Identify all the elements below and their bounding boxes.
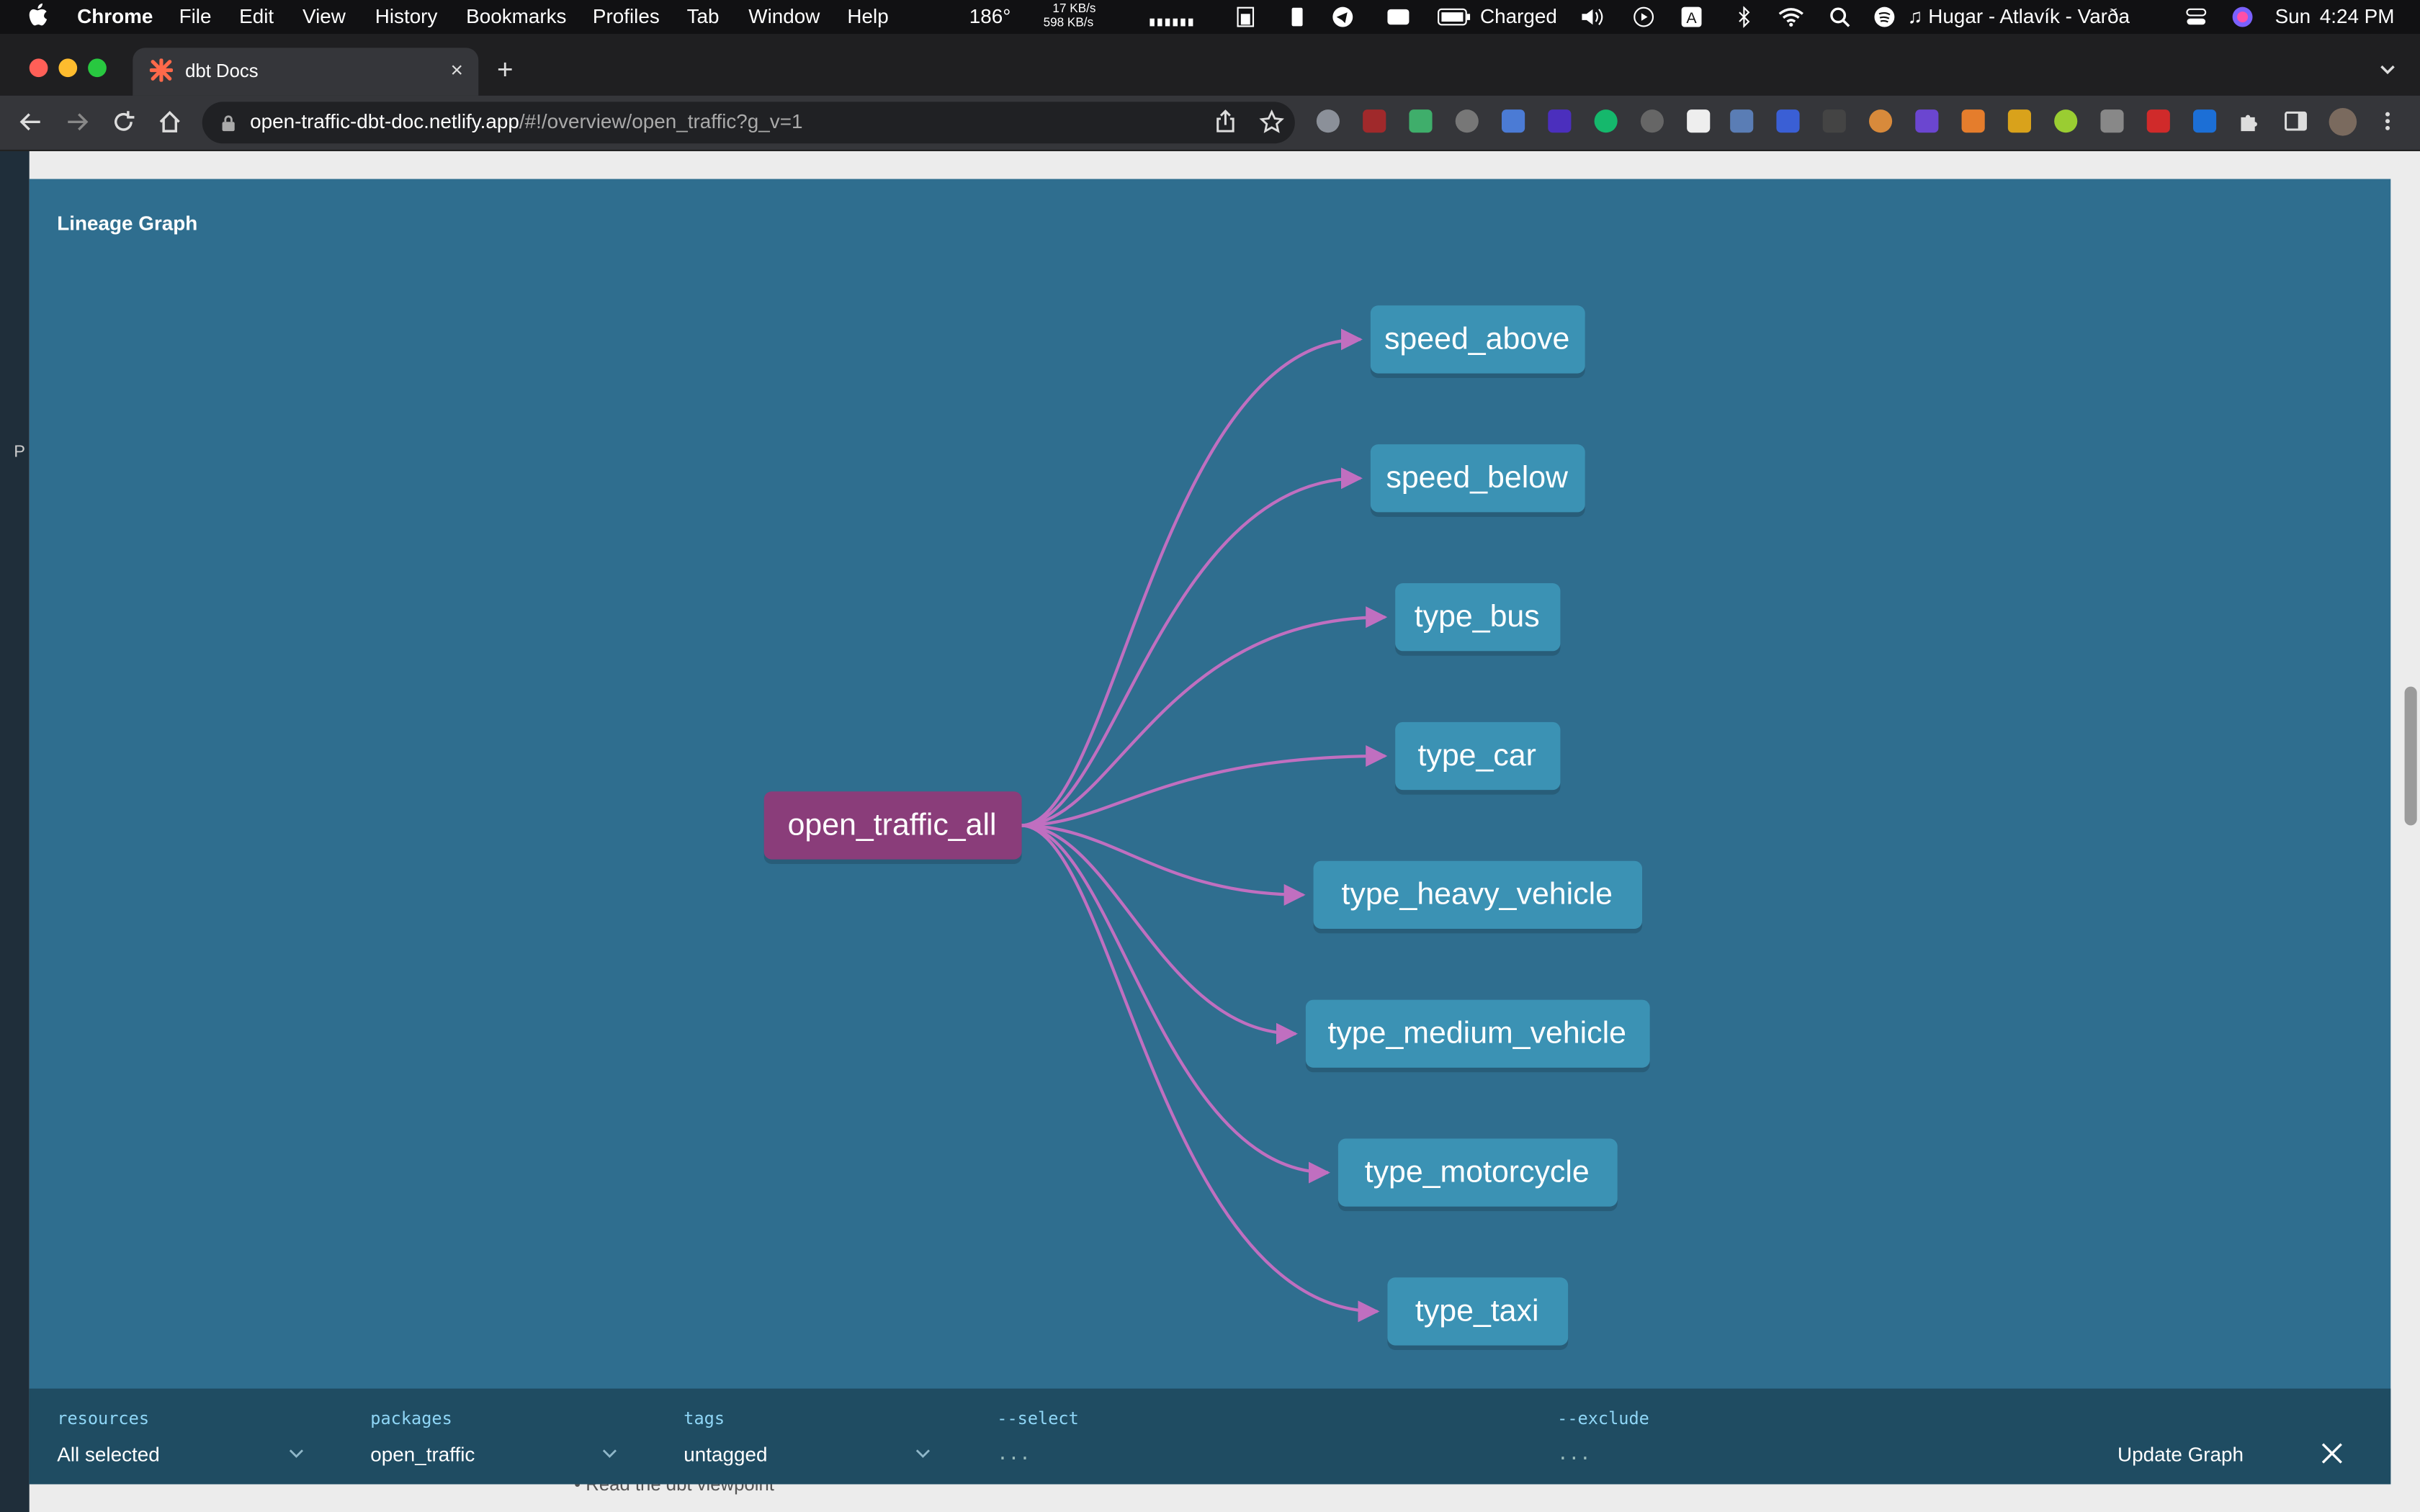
graph-controls-bar: [29, 1388, 2391, 1485]
resources-chevron-down-icon[interactable]: [289, 1447, 304, 1459]
packages-label: packages: [370, 1408, 452, 1429]
packages-chevron-down-icon[interactable]: [602, 1447, 617, 1459]
lineage-node-speed-above[interactable]: speed_above: [1369, 305, 1585, 374]
lineage-node-type-car[interactable]: type_car: [1394, 721, 1560, 791]
lineage-edge-speed-above: [1021, 328, 1363, 827]
select-label: --select: [997, 1408, 1079, 1429]
exclude-label: --exclude: [1557, 1408, 1649, 1429]
lineage-edges: [1021, 328, 1388, 1323]
lineage-node-type-medium-vehicle[interactable]: type_medium_vehicle: [1304, 999, 1649, 1068]
tags-select[interactable]: untagged: [684, 1443, 767, 1466]
lineage-node-type-bus[interactable]: type_bus: [1394, 583, 1560, 652]
packages-select[interactable]: open_traffic: [370, 1443, 475, 1466]
resources-label: resources: [57, 1408, 150, 1429]
lineage-node-root[interactable]: open_traffic_all: [763, 791, 1021, 860]
tags-chevron-down-icon[interactable]: [915, 1447, 931, 1459]
lineage-node-type-taxi[interactable]: type_taxi: [1386, 1277, 1568, 1346]
lineage-node-type-heavy-vehicle[interactable]: type_heavy_vehicle: [1312, 860, 1641, 929]
tags-label: tags: [684, 1408, 725, 1429]
update-graph-button[interactable]: Update Graph: [2118, 1443, 2244, 1466]
lineage-edge-type-bus: [1021, 606, 1388, 827]
lineage-node-speed-below[interactable]: speed_below: [1369, 444, 1585, 513]
exclude-input[interactable]: ...: [1557, 1443, 1590, 1464]
resources-select[interactable]: All selected: [57, 1443, 159, 1466]
close-graph-icon[interactable]: [2320, 1441, 2344, 1465]
select-input[interactable]: ...: [997, 1443, 1030, 1464]
lineage-node-type-motorcycle[interactable]: type_motorcycle: [1337, 1138, 1617, 1207]
